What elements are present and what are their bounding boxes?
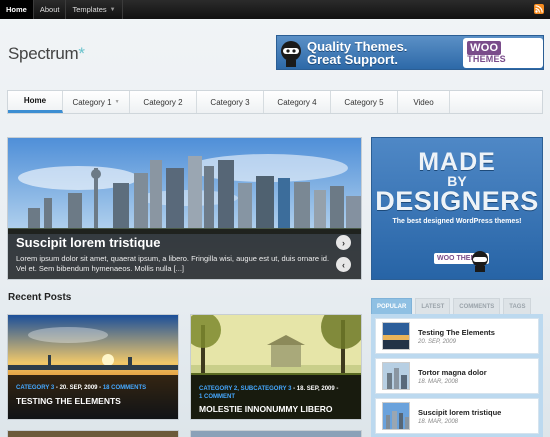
post-comments-link[interactable]: 1 COMMENT xyxy=(199,394,235,400)
nav-category-4[interactable]: Category 4 xyxy=(264,91,331,113)
popular-item-title[interactable]: Tortor magna dolor xyxy=(418,368,487,377)
popular-item-title[interactable]: Suscipit lorem tristique xyxy=(418,408,501,417)
nav-video[interactable]: Video xyxy=(398,91,450,113)
post-caption: CATEGORY 2, SUBCATEGORY 3 - 18. SEP, 200… xyxy=(191,375,361,419)
popular-item[interactable]: Suscipit lorem tristique 18. MAR, 2008 xyxy=(375,398,539,434)
tab-tags[interactable]: TAGS xyxy=(503,298,532,314)
banner-line-2: Great Support. xyxy=(307,51,399,67)
slider-prev-button[interactable]: ‹ xyxy=(336,257,351,272)
chevron-left-icon: ‹ xyxy=(342,259,345,270)
post-date: - 20. SEP, 2009 - xyxy=(54,385,103,391)
recent-post-card-partial[interactable] xyxy=(7,430,179,437)
top-bar: Home About Templates ▼ xyxy=(0,0,550,19)
nav-home[interactable]: Home xyxy=(8,91,63,113)
site-logo-text: Spectrum xyxy=(8,44,79,63)
popular-item-date: 18. MAR, 2008 xyxy=(418,418,459,425)
banner-line-1: Quality Themes. xyxy=(307,38,408,54)
nav-category-1-label: Category 1 xyxy=(72,97,112,107)
post-title[interactable]: MOLESTIE INNONUMMY LIBERO xyxy=(199,404,353,414)
tab-latest[interactable]: LATEST xyxy=(415,298,451,314)
rss-icon[interactable] xyxy=(534,4,544,14)
post-title[interactable]: TESTING THE ELEMENTS xyxy=(16,396,170,406)
ad-made: MADE xyxy=(418,148,496,176)
ninja-mascot-icon xyxy=(472,251,488,272)
nav-category-1[interactable]: Category 1 ▼ xyxy=(63,91,130,113)
popular-thumbnail xyxy=(382,402,410,430)
recent-post-card[interactable]: CATEGORY 2, SUBCATEGORY 3 - 18. SEP, 200… xyxy=(190,314,362,420)
banner-text: Quality Themes. Great Support. xyxy=(307,40,459,66)
tab-panel-popular: Testing The Elements 20. SEP, 2009 Torto… xyxy=(371,314,543,437)
ad-designers: DESIGNERS xyxy=(375,186,539,216)
chevron-down-icon: ▼ xyxy=(109,6,116,13)
featured-title[interactable]: Suscipit lorem tristique xyxy=(16,235,331,250)
popular-item-date: 18. MAR, 2008 xyxy=(418,378,459,385)
woo-logo-word: THEMES xyxy=(467,53,506,64)
post-meta: CATEGORY 3 - 20. SEP, 2009 - 18 COMMENTS xyxy=(16,385,170,391)
popular-item[interactable]: Tortor magna dolor 18. MAR, 2008 xyxy=(375,358,539,394)
topnav-about[interactable]: About xyxy=(34,0,67,19)
featured-slider[interactable]: Suscipit lorem tristique Lorem ipsum dol… xyxy=(7,137,362,280)
ninja-mascot-icon xyxy=(279,39,303,67)
recent-post-card-partial[interactable] xyxy=(190,430,362,437)
post-meta: CATEGORY 2, SUBCATEGORY 3 - 18. SEP, 200… xyxy=(199,385,353,401)
popular-item[interactable]: Testing The Elements 20. SEP, 2009 xyxy=(375,318,539,354)
popular-item-title[interactable]: Testing The Elements xyxy=(418,328,495,337)
logo-asterisk: * xyxy=(78,44,85,63)
topnav-home[interactable]: Home xyxy=(0,0,34,19)
site-logo[interactable]: Spectrum* xyxy=(8,44,85,64)
topnav-templates-label: Templates xyxy=(72,5,107,14)
featured-caption: Suscipit lorem tristique Lorem ipsum dol… xyxy=(8,229,361,279)
post-category-link[interactable]: CATEGORY 3 xyxy=(16,385,54,391)
post-caption: CATEGORY 3 - 20. SEP, 2009 - 18 COMMENTS… xyxy=(8,375,178,419)
recent-posts-heading: Recent Posts xyxy=(8,292,72,303)
popular-item-date: 20. SEP, 2009 xyxy=(418,338,456,345)
main-nav: Home Category 1 ▼ Category 2 Category 3 C… xyxy=(7,90,543,114)
nav-category-2[interactable]: Category 2 xyxy=(130,91,197,113)
nav-category-5[interactable]: Category 5 xyxy=(331,91,398,113)
tab-comments[interactable]: COMMENTS xyxy=(453,298,501,314)
woothemes-logo: WOO THEMES xyxy=(463,37,543,68)
topnav-templates[interactable]: Templates ▼ xyxy=(66,0,123,19)
tab-popular[interactable]: POPULAR xyxy=(371,298,413,314)
tab-bar: POPULAR LATEST COMMENTS TAGS xyxy=(371,298,543,314)
featured-excerpt: Lorem ipsum dolor sit amet, quaerat ipsu… xyxy=(16,254,330,273)
popular-thumbnail xyxy=(382,362,410,390)
nav-category-3[interactable]: Category 3 xyxy=(197,91,264,113)
slider-next-button[interactable]: › xyxy=(336,235,351,250)
chevron-right-icon: › xyxy=(342,237,345,248)
ad-subtitle: The best designed WordPress themes! xyxy=(392,218,522,225)
post-category-link[interactable]: CATEGORY 2, SUBCATEGORY 3 xyxy=(199,386,291,392)
popular-thumbnail xyxy=(382,322,410,350)
header-banner-ad[interactable]: Quality Themes. Great Support. WOO THEME… xyxy=(276,35,544,70)
post-date: - 18. SEP, 2009 - xyxy=(291,386,339,392)
woo-logo-mark: WOO xyxy=(467,40,502,55)
chevron-down-icon: ▼ xyxy=(114,99,120,105)
tabs-widget: POPULAR LATEST COMMENTS TAGS Testing The… xyxy=(371,298,543,437)
post-comments-link[interactable]: 18 COMMENTS xyxy=(103,385,146,391)
sidebar-ad[interactable]: MADE BY DESIGNERS The best designed Word… xyxy=(371,137,543,280)
recent-post-card[interactable]: CATEGORY 3 - 20. SEP, 2009 - 18 COMMENTS… xyxy=(7,314,179,420)
